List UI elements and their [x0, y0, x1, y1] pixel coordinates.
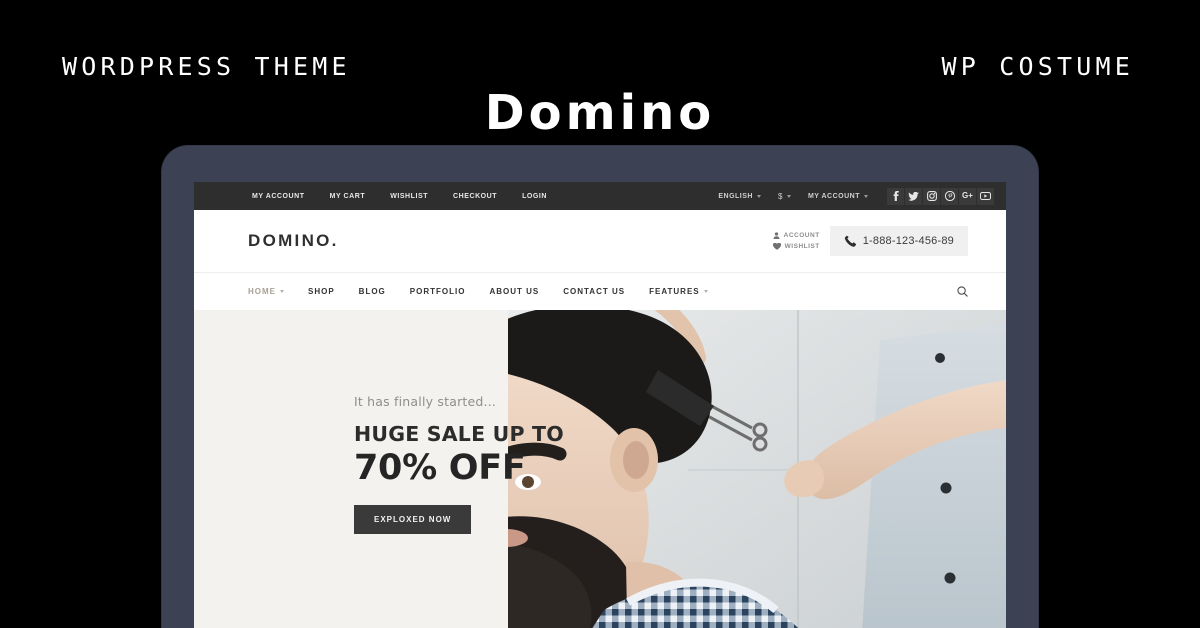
nav-item-home[interactable]: HOME	[248, 287, 284, 296]
account-menu-label: MY ACCOUNT	[807, 192, 860, 200]
topbar-link-my-account[interactable]: MY ACCOUNT	[252, 193, 305, 200]
account-label: ACCOUNT	[783, 232, 820, 239]
phone-icon	[844, 235, 856, 247]
search-icon[interactable]	[957, 286, 968, 297]
heart-icon	[772, 243, 781, 250]
site-header: DOMINO. ACCOUNT WISHLIST 1-888-123-456-8…	[194, 210, 1006, 272]
currency-selector[interactable]: $	[778, 192, 791, 201]
topbar-utilities: ENGLISH $ MY ACCOUNT G+	[718, 187, 994, 205]
nav-label-blog: BLOG	[358, 287, 386, 296]
hero-copy: It has finally started... HUGE SALE UP T…	[354, 394, 564, 534]
promo-title: Domino	[484, 85, 716, 141]
nav-item-contact-us[interactable]: CONTACT US	[563, 287, 625, 296]
nav-items: HOME SHOP BLOG PORTFOLIO ABOUT US CONTAC…	[248, 287, 708, 296]
account-link[interactable]: ACCOUNT	[773, 232, 820, 239]
nav-item-shop[interactable]: SHOP	[308, 287, 335, 296]
topbar-link-my-cart[interactable]: MY CART	[330, 193, 366, 200]
social-links: G+	[887, 187, 994, 205]
nav-label-about-us: ABOUT US	[489, 287, 540, 296]
chevron-down-icon	[864, 194, 868, 198]
phone-number: 1-888-123-456-89	[862, 235, 954, 247]
site-topbar: MY ACCOUNT MY CART WISHLIST CHECKOUT LOG…	[194, 182, 1006, 210]
hero-slider: It has finally started... HUGE SALE UP T…	[194, 310, 1006, 628]
hero-photo	[508, 310, 1006, 628]
nav-item-blog[interactable]: BLOG	[359, 287, 386, 296]
nav-item-features[interactable]: FEATURES	[649, 287, 708, 296]
phone-block[interactable]: 1-888-123-456-89	[829, 226, 968, 256]
nav-item-about-us[interactable]: ABOUT US	[489, 287, 539, 296]
currency-value: $	[777, 191, 783, 201]
youtube-icon[interactable]	[977, 187, 994, 205]
wishlist-label: WISHLIST	[784, 243, 820, 250]
promo-banner: WORDPRESS THEME WP COSTUME Domino MY ACC…	[0, 0, 1200, 628]
tablet-screen: MY ACCOUNT MY CART WISHLIST CHECKOUT LOG…	[194, 182, 1006, 628]
language-value: ENGLISH	[718, 192, 753, 200]
topbar-link-checkout[interactable]: CHECKOUT	[453, 193, 497, 200]
promo-right-label: WP COSTUME	[941, 52, 1134, 81]
nav-label-home: HOME	[248, 287, 276, 296]
hero-cta-button[interactable]: EXPLOXED NOW	[354, 504, 472, 534]
topbar-links: MY ACCOUNT MY CART WISHLIST CHECKOUT LOG…	[194, 193, 547, 200]
user-icon	[773, 232, 780, 239]
instagram-icon[interactable]	[923, 187, 940, 205]
topbar-account-menu[interactable]: MY ACCOUNT	[808, 193, 868, 200]
googleplus-icon[interactable]: G+	[959, 187, 976, 205]
chevron-down-icon	[703, 290, 708, 293]
chevron-down-icon	[786, 194, 791, 198]
nav-label-features: FEATURES	[649, 287, 700, 296]
account-wishlist-block: ACCOUNT WISHLIST	[772, 232, 820, 250]
wishlist-link[interactable]: WISHLIST	[772, 243, 820, 250]
site-logo[interactable]: DOMINO.	[248, 231, 339, 251]
header-utilities: ACCOUNT WISHLIST 1-888-123-456-89	[772, 226, 968, 256]
topbar-link-login[interactable]: LOGIN	[522, 193, 547, 200]
promo-left-label: WORDPRESS THEME	[62, 52, 351, 81]
nav-item-portfolio[interactable]: PORTFOLIO	[410, 287, 466, 296]
googleplus-glyph: G+	[962, 191, 973, 200]
pinterest-icon[interactable]	[941, 187, 958, 205]
main-navigation: HOME SHOP BLOG PORTFOLIO ABOUT US CONTAC…	[194, 272, 1006, 310]
language-selector[interactable]: ENGLISH	[718, 193, 761, 200]
hero-kicker: It has finally started...	[354, 394, 497, 409]
barbershop-photo	[508, 310, 1006, 628]
hero-subheadline: 70% OFF	[354, 448, 526, 488]
chevron-down-icon	[756, 194, 761, 198]
twitter-icon[interactable]	[905, 187, 922, 205]
tablet-device-mockup: MY ACCOUNT MY CART WISHLIST CHECKOUT LOG…	[162, 146, 1038, 628]
topbar-link-wishlist[interactable]: WISHLIST	[390, 193, 428, 200]
nav-label-contact-us: CONTACT US	[563, 287, 626, 296]
chevron-down-icon	[280, 290, 284, 293]
facebook-icon[interactable]	[887, 187, 904, 205]
nav-label-portfolio: PORTFOLIO	[409, 287, 466, 296]
hero-headline: HUGE SALE UP TO	[354, 422, 564, 446]
nav-label-shop: SHOP	[308, 287, 335, 296]
